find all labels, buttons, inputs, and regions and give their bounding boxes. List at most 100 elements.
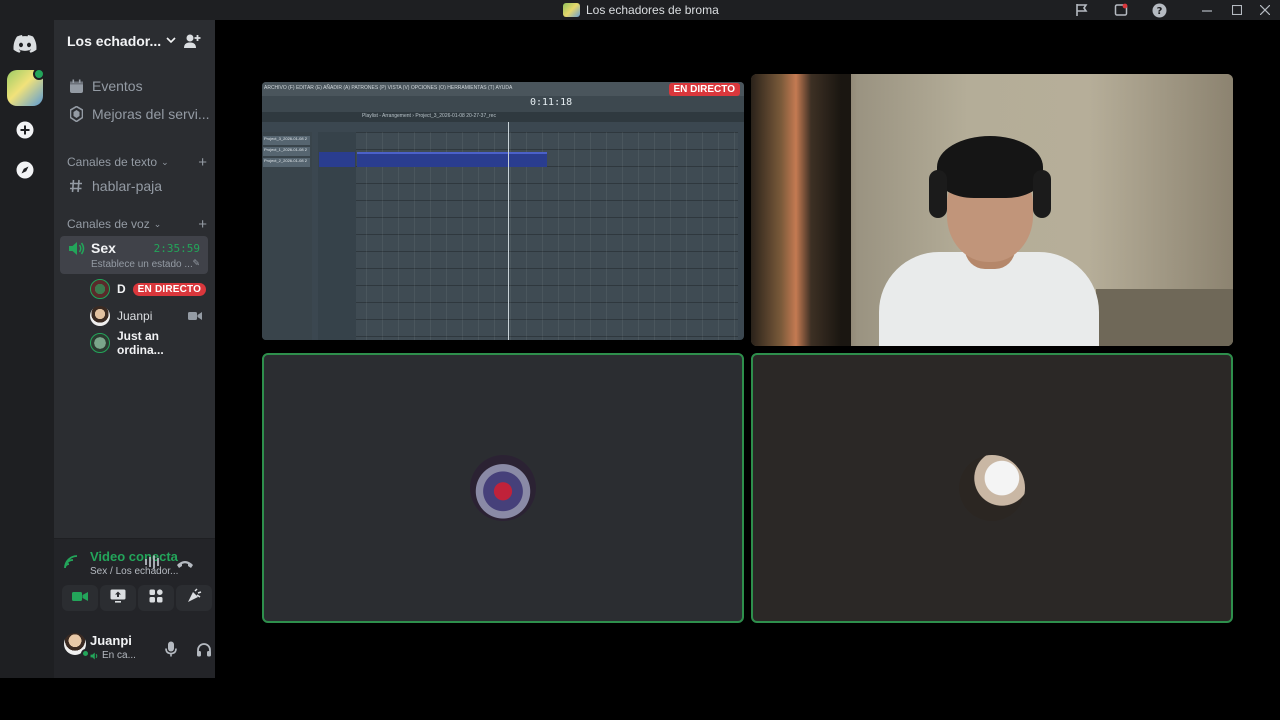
webcam-person-hair: [937, 136, 1043, 198]
daw-track-item: Project_1_2026-01-08 2: [263, 147, 310, 156]
online-status-indicator: [81, 649, 90, 658]
daw-playlist-title: Playlist - Arrangement › Project_3_2026-…: [362, 113, 496, 119]
sidebar-item-label: Eventos: [92, 78, 143, 94]
headphones-left: [929, 170, 947, 218]
camera-button[interactable]: [62, 585, 98, 611]
daw-track-item: Project_3_2026-01-08 2: [263, 136, 310, 145]
voice-active-indicator: [33, 68, 45, 80]
webcam-curtain: [751, 74, 851, 346]
daw-toolbar: 0:11:18: [262, 96, 744, 112]
minimize-icon[interactable]: [1196, 0, 1218, 20]
add-server-icon[interactable]: [7, 112, 43, 148]
voice-member-d[interactable]: D EN DIRECTO: [90, 277, 208, 301]
category-voice-channels[interactable]: Canales de voz ⌄ +: [67, 215, 207, 233]
daw-browser: Project_3_2026-01-08 2 Project_1_2026-01…: [262, 132, 312, 340]
voice-channel-timer: 2:35:59: [153, 242, 200, 255]
screen-share-tile[interactable]: ARCHIVO (F) EDITAR (E) AÑADIR (A) PATRON…: [262, 82, 744, 340]
sidebar-item-mejoras[interactable]: Mejoras del servi...: [60, 101, 210, 127]
voice-channel-sex[interactable]: Sex 2:35:59 Establece un estado ... ✎: [60, 236, 208, 274]
voice-connection-panel: Video conectac Sex / Los echador... Juan…: [54, 538, 244, 678]
activities-button[interactable]: [138, 585, 174, 611]
participant-tile-avatar-1[interactable]: [262, 353, 744, 623]
noise-suppression-icon[interactable]: [144, 555, 162, 574]
connection-signal-icon[interactable]: [64, 555, 80, 574]
category-label: Canales de voz: [67, 217, 150, 231]
user-panel: Juanpi En ca...: [54, 627, 244, 669]
webcam-tile[interactable]: [751, 74, 1233, 346]
server-header[interactable]: Los echador...: [54, 20, 215, 62]
create-channel-icon[interactable]: +: [198, 216, 207, 233]
member-name: Just an ordina...: [117, 329, 164, 357]
video-camera-icon: [188, 310, 202, 324]
daw-playhead: [508, 122, 509, 340]
invite-people-icon[interactable]: [183, 32, 201, 50]
daw-track-item: Project_2_2026-01-08 2: [263, 158, 310, 167]
headphones-icon[interactable]: [193, 638, 215, 660]
user-status: En ca...: [90, 650, 136, 661]
channel-name: hablar-paja: [92, 178, 163, 194]
pencil-icon[interactable]: ✎: [192, 258, 200, 269]
maximize-icon[interactable]: [1226, 0, 1248, 20]
avatar: [90, 279, 110, 299]
sidebar-item-label: Mejoras del servi...: [92, 106, 210, 122]
daw-audio-clip: [357, 152, 547, 167]
close-icon[interactable]: [1254, 0, 1276, 20]
server-name: Los echador...: [67, 33, 162, 49]
participant-avatar: [470, 455, 536, 521]
soundboard-button[interactable]: [176, 585, 212, 611]
voice-channel-name: Sex: [91, 240, 116, 256]
avatar: [90, 306, 110, 326]
hashtag-icon: [68, 179, 84, 193]
disconnect-icon[interactable]: [176, 556, 194, 574]
voice-location[interactable]: Sex / Los echador...: [90, 566, 178, 577]
member-name: D: [117, 282, 126, 296]
soundboard-icon: [187, 588, 202, 608]
window-title-text: Los echadores de broma: [586, 3, 719, 17]
server-mini-icon: [563, 3, 580, 17]
daw-playlist-strip: Playlist - Arrangement › Project_3_2026-…: [262, 112, 744, 122]
sidebar-item-hablar-paja[interactable]: hablar-paja: [60, 173, 210, 199]
speaker-icon: [68, 241, 85, 261]
chevron-down-icon: [166, 36, 176, 47]
user-status-text: En ca...: [102, 650, 136, 661]
voice-status: Video conectac: [90, 549, 178, 564]
inbox-icon[interactable]: [1110, 0, 1132, 20]
channel-sidebar: Los echador... Eventos Mejoras del servi…: [54, 20, 244, 678]
server-rail: [0, 20, 54, 678]
voice-channel-status[interactable]: Establece un estado ...: [91, 259, 193, 270]
voice-member-juanpi[interactable]: Juanpi: [90, 304, 208, 328]
explore-servers-icon[interactable]: [7, 152, 43, 188]
microphone-icon[interactable]: [160, 638, 182, 660]
daw-time-display: 0:11:18: [530, 97, 573, 108]
call-stage: ARCHIVO (F) EDITAR (E) AÑADIR (A) PATRON…: [215, 20, 1280, 678]
screen-share-icon: [110, 589, 126, 608]
participant-avatar: [959, 455, 1025, 521]
discord-home-icon[interactable]: [7, 26, 43, 62]
speaker-icon: [90, 652, 98, 659]
calendar-icon: [68, 79, 84, 94]
user-name[interactable]: Juanpi: [90, 633, 132, 648]
webcam-bed: [1096, 289, 1233, 346]
participant-tile-avatar-2[interactable]: [751, 353, 1233, 623]
chevron-down-icon: ⌄: [153, 218, 162, 229]
live-badge: EN DIRECTO: [132, 282, 207, 296]
boost-icon: [68, 106, 84, 122]
headphones-right: [1033, 170, 1051, 218]
member-name: Juanpi: [117, 309, 153, 323]
svg-text:?: ?: [1156, 6, 1162, 17]
sidebar-item-eventos[interactable]: Eventos: [60, 73, 210, 99]
help-icon[interactable]: ?: [1148, 0, 1170, 20]
chevron-down-icon: ⌄: [161, 156, 169, 167]
live-badge: EN DIRECTO: [668, 83, 740, 96]
screen-share-button[interactable]: [100, 585, 136, 611]
category-label: Canales de texto: [67, 155, 158, 169]
create-channel-icon[interactable]: +: [198, 154, 207, 171]
voice-member-just-an-ordinary[interactable]: Just an ordina...: [90, 329, 208, 357]
server-icon-los-echadores[interactable]: [7, 68, 45, 106]
avatar: [90, 333, 110, 353]
window-title: Los echadores de broma: [563, 0, 719, 20]
title-bar: Los echadores de broma ?: [0, 0, 1280, 20]
inbox-flag-icon[interactable]: [1071, 0, 1093, 20]
category-text-channels[interactable]: Canales de texto ⌄ +: [67, 153, 207, 171]
activities-icon: [149, 588, 163, 608]
